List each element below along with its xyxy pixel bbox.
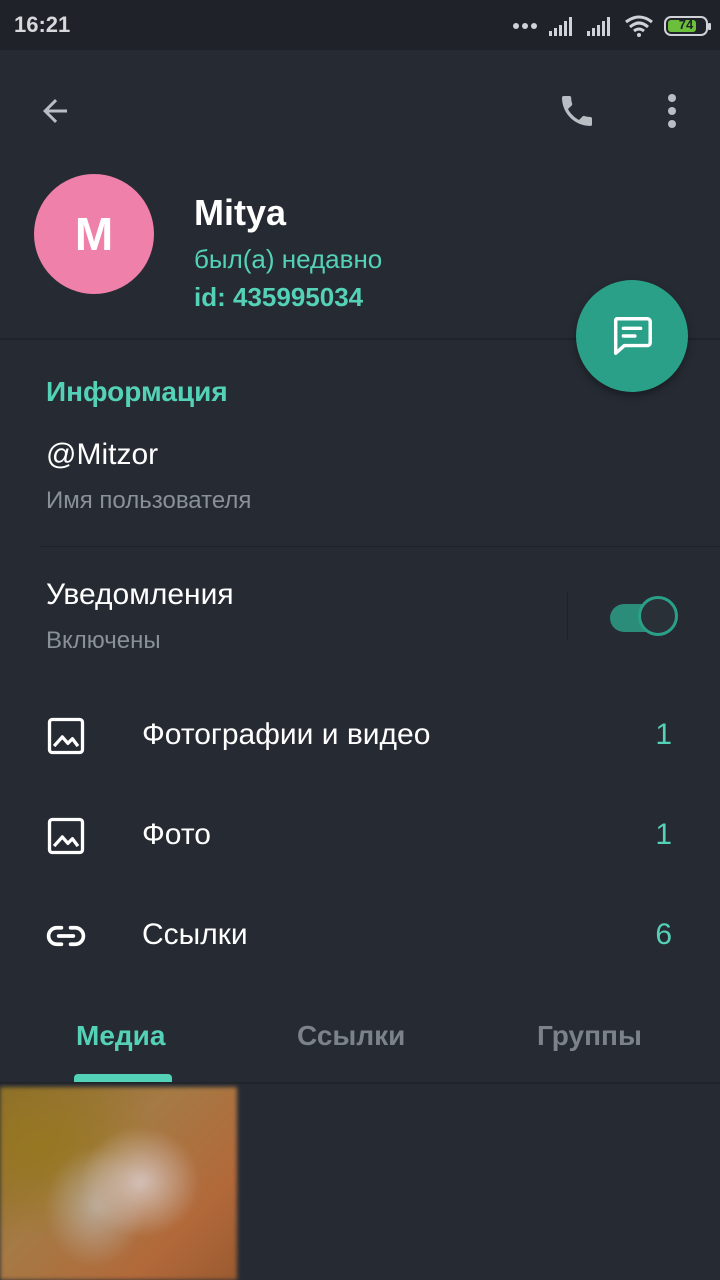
row-count: 6 [655, 918, 672, 951]
tab-groups[interactable]: Группы [537, 1020, 642, 1052]
more-dots-icon [513, 23, 537, 29]
shared-links-row[interactable]: Ссылки 6 [0, 888, 720, 988]
tab-indicator [74, 1074, 172, 1082]
notifications-toggle[interactable] [608, 596, 680, 640]
notifications-title[interactable]: Уведомления [46, 578, 234, 612]
status-icons: 74 [512, 13, 711, 39]
signal-icon [549, 17, 572, 36]
status-time: 16:21 [14, 12, 71, 37]
image-icon [47, 817, 85, 855]
battery-level: 74 [678, 17, 694, 32]
profile-name: Mitya [194, 192, 287, 233]
row-label: Ссылки [142, 918, 248, 951]
profile-status: был(а) недавно [194, 244, 383, 274]
battery-icon: 74 [664, 16, 711, 36]
row-count: 1 [655, 818, 672, 851]
info-section-title: Информация [46, 376, 228, 407]
row-label: Фото [142, 818, 211, 851]
shared-media-row[interactable]: Фотографии и видео 1 [0, 688, 720, 788]
phone-icon [562, 96, 592, 126]
divider [0, 1082, 720, 1084]
toggle-thumb [638, 596, 678, 636]
media-tabs: Медиа Ссылки Группы [0, 990, 720, 1082]
more-options-button[interactable] [650, 86, 694, 136]
avatar[interactable]: M [34, 174, 154, 294]
status-bar: 16:21 74 [0, 0, 720, 50]
arrow-left-icon [43, 99, 67, 123]
avatar-letter: M [74, 208, 114, 260]
notifications-status: Включены [46, 627, 161, 654]
row-label: Фотографии и видео [142, 718, 431, 751]
tab-links[interactable]: Ссылки [297, 1020, 405, 1052]
username[interactable]: @Mitzor [46, 438, 158, 472]
dots-vertical-icon [668, 94, 676, 128]
profile-id: id: 435995034 [194, 282, 364, 312]
tab-media[interactable]: Медиа [76, 1020, 165, 1052]
divider [40, 546, 720, 547]
media-thumbnail[interactable] [0, 1087, 237, 1280]
shared-photos-row[interactable]: Фото 1 [0, 788, 720, 888]
message-icon [613, 317, 652, 355]
send-message-button[interactable] [576, 280, 688, 392]
divider [567, 592, 568, 640]
back-button[interactable] [30, 86, 80, 136]
call-button[interactable] [552, 86, 602, 136]
link-icon [46, 925, 86, 947]
username-label: Имя пользователя [46, 487, 252, 514]
signal-icon [587, 17, 610, 36]
image-icon [47, 717, 85, 755]
wifi-icon [625, 15, 653, 37]
row-count: 1 [655, 718, 672, 751]
